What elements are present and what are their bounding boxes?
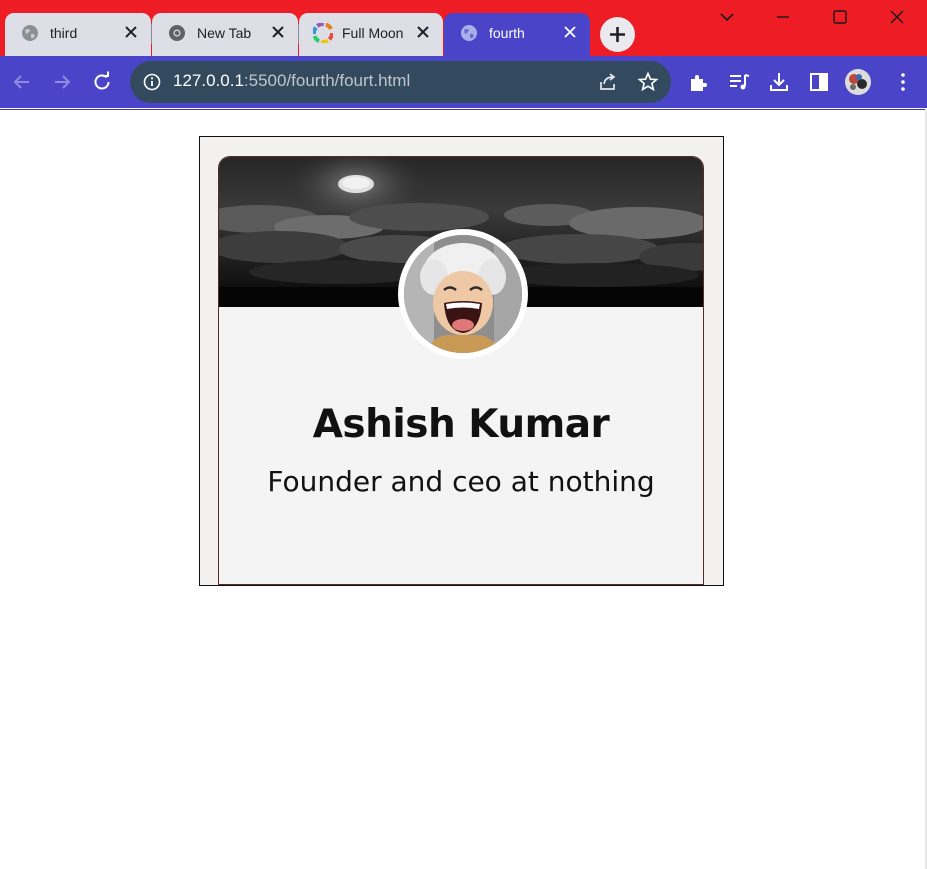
extensions-icon[interactable]	[687, 70, 711, 94]
star-icon[interactable]	[637, 71, 659, 93]
tab-new-tab[interactable]: New Tab	[152, 13, 298, 56]
tab-third[interactable]: third	[5, 13, 151, 56]
info-icon[interactable]	[143, 73, 161, 91]
avatar-frame	[398, 229, 528, 359]
tab-title: Full Moon	[342, 25, 404, 41]
url-path: :5500/fourth/fourt.html	[243, 71, 411, 90]
plus-icon	[610, 27, 625, 42]
chrome-icon	[169, 25, 185, 41]
download-icon[interactable]	[767, 70, 791, 94]
tab-strip: third New Tab Full Moon fourth	[0, 0, 927, 56]
profile-name: Ashish Kumar	[312, 402, 610, 447]
cartoon-avatar-image	[404, 235, 522, 353]
avatar	[404, 235, 522, 353]
close-icon[interactable]	[415, 24, 431, 40]
close-window-button[interactable]	[869, 4, 925, 32]
close-icon[interactable]	[123, 24, 139, 40]
minimize-button[interactable]	[755, 4, 811, 32]
card-container: Ashish Kumar Founder and ceo at nothing	[199, 136, 724, 586]
page-viewport: Ashish Kumar Founder and ceo at nothing	[0, 109, 927, 869]
side-panel-icon[interactable]	[807, 70, 831, 94]
tab-title: New Tab	[197, 25, 252, 41]
reload-icon[interactable]	[90, 70, 114, 94]
tab-full-moon[interactable]: Full Moon	[299, 13, 443, 56]
globe-icon	[461, 25, 477, 41]
url-host: 127.0.0.1	[173, 71, 244, 90]
tab-search-button[interactable]	[699, 4, 755, 32]
forward-icon[interactable]	[50, 70, 74, 94]
browser-toolbar: 127.0.0.1:5500/fourth/fourt.html	[0, 56, 927, 108]
color-wheel-icon	[313, 23, 333, 43]
profile-card: Ashish Kumar Founder and ceo at nothing	[218, 156, 704, 585]
globe-icon	[22, 25, 38, 41]
tab-fourth[interactable]: fourth	[444, 13, 590, 56]
address-bar[interactable]: 127.0.0.1:5500/fourth/fourt.html	[130, 61, 671, 103]
url-text[interactable]: 127.0.0.1:5500/fourth/fourt.html	[173, 71, 410, 91]
back-icon[interactable]	[10, 70, 34, 94]
profile-role: Founder and ceo at nothing	[267, 465, 655, 498]
media-queue-icon[interactable]	[727, 70, 751, 94]
new-tab-button[interactable]	[600, 17, 635, 52]
menu-icon[interactable]	[891, 70, 915, 94]
close-icon[interactable]	[562, 24, 578, 40]
close-icon[interactable]	[270, 24, 286, 40]
tab-title: fourth	[489, 25, 525, 41]
tab-title: third	[50, 25, 78, 41]
maximize-button[interactable]	[812, 4, 868, 32]
share-icon[interactable]	[597, 71, 619, 93]
profile-avatar[interactable]	[844, 68, 872, 96]
